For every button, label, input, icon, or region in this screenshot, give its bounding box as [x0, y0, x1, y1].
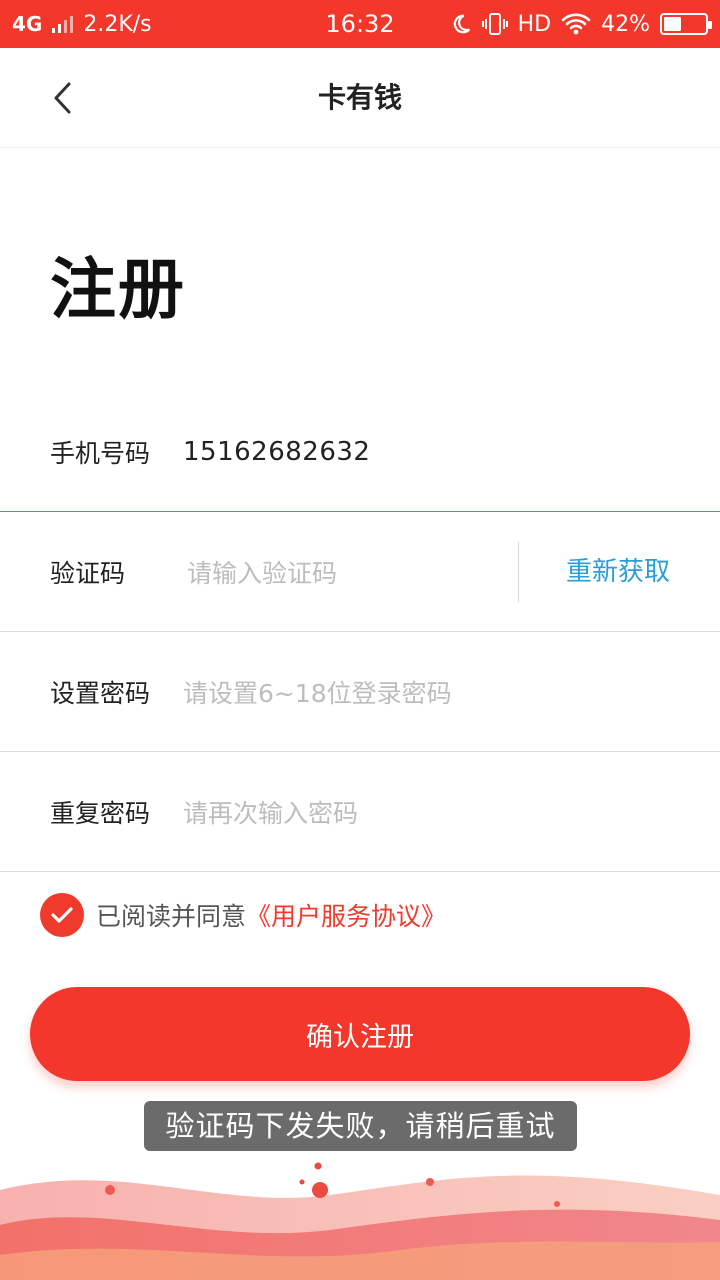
page-heading: 注册: [50, 251, 186, 328]
code-row: 验证码 请输入验证码 重新获取: [0, 512, 720, 632]
nav-bar: 卡有钱: [0, 48, 720, 148]
network-speed: 2.2K/s: [83, 11, 152, 37]
repeat-password-row: 重复密码 请再次输入密码: [0, 752, 720, 872]
code-input[interactable]: 请输入验证码: [187, 554, 337, 590]
repeat-password-input[interactable]: 请再次输入密码: [183, 794, 358, 830]
code-label: 验证码: [50, 558, 126, 588]
status-bar: 4G 2.2K/s 16:32 HD 42%: [0, 0, 720, 48]
repeat-password-label: 重复密码: [50, 798, 151, 828]
status-right: HD 42%: [450, 11, 712, 37]
agreement-text: 已阅读并同意: [96, 902, 247, 931]
battery-icon: [660, 13, 712, 35]
error-toast: 验证码下发失败，请稍后重试: [144, 1101, 577, 1151]
agreement: 已阅读并同意 《用户服务协议》: [40, 893, 446, 937]
phone-row: 手机号码 15162682632: [0, 392, 720, 512]
wifi-icon: [561, 13, 591, 35]
vibrate-icon: [481, 13, 508, 35]
moon-icon: [453, 14, 470, 34]
decorative-waves: [0, 1162, 720, 1280]
user-agreement-link[interactable]: 《用户服务协议》: [246, 897, 446, 933]
phone-label: 手机号码: [50, 438, 151, 468]
network-type: 4G: [12, 12, 43, 36]
status-left: 4G 2.2K/s: [12, 12, 152, 37]
phone-value: 15162682632: [183, 436, 371, 467]
check-icon: [51, 907, 73, 923]
nav-title: 卡有钱: [317, 81, 402, 114]
battery-level: [664, 17, 681, 31]
hd-indicator: HD: [517, 11, 552, 37]
resend-code-button[interactable]: 重新获取: [566, 512, 670, 632]
password-input[interactable]: 请设置6~18位登录密码: [183, 674, 452, 710]
agreement-checkbox[interactable]: [40, 893, 84, 937]
code-divider: [518, 542, 519, 602]
confirm-register-button[interactable]: 确认注册: [30, 987, 690, 1081]
password-row: 设置密码 请设置6~18位登录密码: [0, 632, 720, 752]
battery-percent: 42%: [601, 11, 650, 37]
password-label: 设置密码: [50, 678, 151, 708]
signal-icon: [52, 15, 74, 33]
